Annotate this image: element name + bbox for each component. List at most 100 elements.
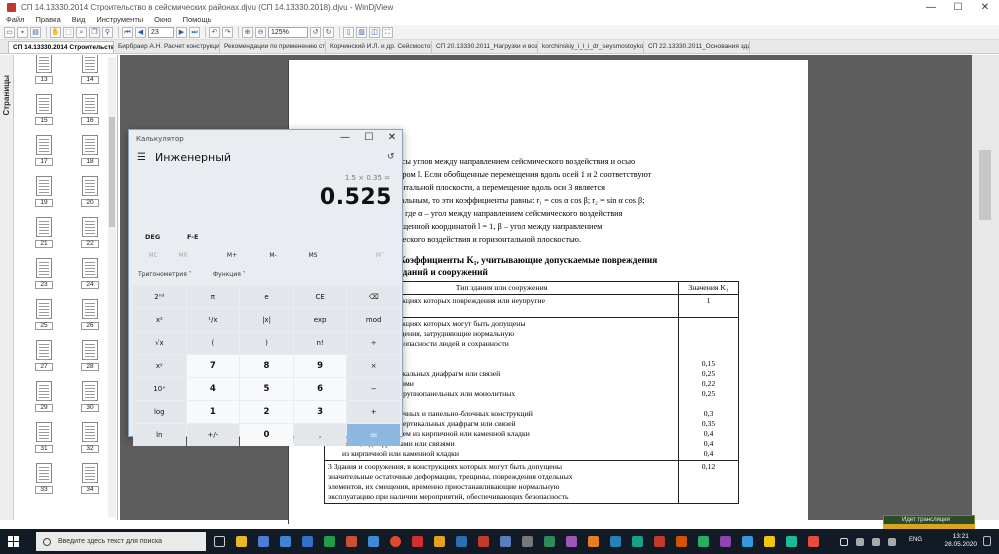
- history-icon[interactable]: ↺: [387, 152, 395, 162]
- page-thumbnail[interactable]: [82, 55, 98, 73]
- app-icon-13[interactable]: [742, 536, 753, 547]
- digit-6-button[interactable]: 6: [293, 378, 347, 400]
- memory-recall-button[interactable]: MR: [157, 252, 209, 259]
- power-button[interactable]: xʸ: [133, 355, 186, 377]
- digit-9-button[interactable]: 9: [293, 355, 347, 377]
- page-thumbnail[interactable]: [82, 422, 98, 442]
- single-page-icon[interactable]: ▯: [343, 26, 354, 38]
- first-page-icon[interactable]: ⏮: [122, 26, 133, 38]
- app-icon-15[interactable]: [786, 536, 797, 547]
- menu-window[interactable]: Окно: [154, 15, 171, 25]
- page-thumbnail[interactable]: [36, 217, 52, 237]
- memory-store-button[interactable]: MS: [287, 252, 339, 259]
- app-icon-8[interactable]: [632, 536, 643, 547]
- minimize-button[interactable]: —: [917, 0, 945, 15]
- page-thumbnail[interactable]: [82, 340, 98, 360]
- folder-icon[interactable]: [434, 536, 445, 547]
- pi-button[interactable]: π: [186, 286, 240, 308]
- page-thumbnail[interactable]: [36, 422, 52, 442]
- page-thumbnail[interactable]: [82, 258, 98, 278]
- open-icon[interactable]: ▭: [4, 26, 15, 38]
- print-icon[interactable]: ▤: [30, 26, 41, 38]
- rotate-right-icon[interactable]: ↻: [323, 26, 334, 38]
- prev-page-icon[interactable]: ◀: [135, 26, 146, 38]
- page-thumbnail[interactable]: [36, 463, 52, 483]
- tab-document-3[interactable]: Рекомендации по применению стальных...: [220, 41, 326, 53]
- mail-icon[interactable]: [258, 536, 269, 547]
- digit-0-button[interactable]: 0: [240, 424, 293, 446]
- word-icon[interactable]: [302, 536, 313, 547]
- open-paren-button[interactable]: (: [186, 332, 240, 354]
- acrobat-icon[interactable]: [412, 536, 423, 547]
- angle-unit-button[interactable]: DEG: [145, 233, 160, 241]
- autocad-icon[interactable]: [456, 536, 467, 547]
- save-icon[interactable]: ▪: [17, 26, 28, 38]
- page-thumbnail[interactable]: [82, 94, 98, 114]
- app-icon-2[interactable]: [500, 536, 511, 547]
- calculator-maximize-button[interactable]: ☐: [358, 132, 380, 143]
- app-icon-6[interactable]: [588, 536, 599, 547]
- outlook-icon[interactable]: [368, 536, 379, 547]
- app-icon-14[interactable]: [764, 536, 775, 547]
- calculator-minimize-button[interactable]: —: [334, 132, 356, 143]
- tab-document-4[interactable]: Корчинский И.Л. и др. Сейсмостойкое с...: [326, 41, 432, 53]
- pages-panel-tab[interactable]: Страницы: [0, 55, 14, 520]
- rotate-left-icon[interactable]: ↺: [310, 26, 321, 38]
- fe-button[interactable]: F-E: [187, 233, 198, 241]
- negate-button[interactable]: +/-: [186, 424, 240, 446]
- page-thumbnail[interactable]: [36, 381, 52, 401]
- app-icon-11[interactable]: [698, 536, 709, 547]
- next-page-icon[interactable]: ▶: [176, 26, 187, 38]
- app-icon-3[interactable]: [522, 536, 533, 547]
- page-thumbnails[interactable]: 13 14 15 16 17 18 19 20 21 22 23 24 25 26 27 28 29 30 31 32…: [14, 55, 118, 520]
- notifications-icon[interactable]: [983, 536, 991, 546]
- app-icon-10[interactable]: [676, 536, 687, 547]
- page-thumbnail[interactable]: [82, 299, 98, 319]
- sqrt-button[interactable]: √x: [133, 332, 186, 354]
- exp-button[interactable]: exp: [293, 309, 347, 331]
- zoom-tool-icon[interactable]: ⌕: [76, 26, 87, 38]
- add-button[interactable]: +: [347, 401, 400, 423]
- square-button[interactable]: x²: [133, 309, 186, 331]
- clock[interactable]: 13:21 28.05.2020: [944, 533, 977, 549]
- app-icon-12[interactable]: [720, 536, 731, 547]
- forward-icon[interactable]: ↷: [222, 26, 233, 38]
- last-page-icon[interactable]: ⏭: [189, 26, 200, 38]
- reciprocal-button[interactable]: ¹/x: [186, 309, 240, 331]
- clear-entry-button[interactable]: CE: [293, 286, 347, 308]
- file-explorer-icon[interactable]: [236, 536, 247, 547]
- page-thumbnail[interactable]: [36, 135, 52, 155]
- digit-3-button[interactable]: 3: [293, 401, 347, 423]
- e-button[interactable]: e: [240, 286, 293, 308]
- mod-button[interactable]: mod: [347, 309, 400, 331]
- page-number-input[interactable]: 23: [148, 26, 174, 38]
- copy-icon[interactable]: ❐: [89, 26, 100, 38]
- decimal-button[interactable]: ,: [293, 424, 347, 446]
- page-thumbnail[interactable]: [82, 463, 98, 483]
- taskbar-search[interactable]: Введите здесь текст для поиска: [36, 532, 206, 551]
- app-icon-4[interactable]: [544, 536, 555, 547]
- hand-tool-icon[interactable]: ✋: [50, 26, 61, 38]
- abs-button[interactable]: |x|: [240, 309, 293, 331]
- tab-document-1[interactable]: СП 14.13330.2014 Строительство в ...: [8, 41, 114, 53]
- digit-5-button[interactable]: 5: [240, 378, 293, 400]
- close-paren-button[interactable]: ): [240, 332, 293, 354]
- app-icon-5[interactable]: [566, 536, 577, 547]
- page-thumbnail[interactable]: [82, 217, 98, 237]
- windows-start-icon[interactable]: [8, 536, 19, 547]
- network-icon[interactable]: [856, 538, 864, 546]
- memory-list-button[interactable]: M˅: [354, 252, 406, 259]
- chrome-icon[interactable]: [390, 536, 401, 547]
- fullscreen-icon[interactable]: ⛶: [382, 26, 393, 38]
- task-view-icon[interactable]: [214, 536, 225, 547]
- page-thumbnail[interactable]: [82, 135, 98, 155]
- maximize-button[interactable]: ☐: [944, 0, 972, 15]
- zoom-in-icon[interactable]: ⊕: [242, 26, 253, 38]
- second-button[interactable]: 2ⁿᵈ: [133, 286, 186, 308]
- page-thumbnail[interactable]: [36, 176, 52, 196]
- ten-power-button[interactable]: 10ˣ: [133, 378, 186, 400]
- page-thumbnail[interactable]: [36, 340, 52, 360]
- divide-button[interactable]: ÷: [347, 332, 400, 354]
- tray-chevron-icon[interactable]: [840, 538, 848, 546]
- page-thumbnail[interactable]: [36, 55, 52, 73]
